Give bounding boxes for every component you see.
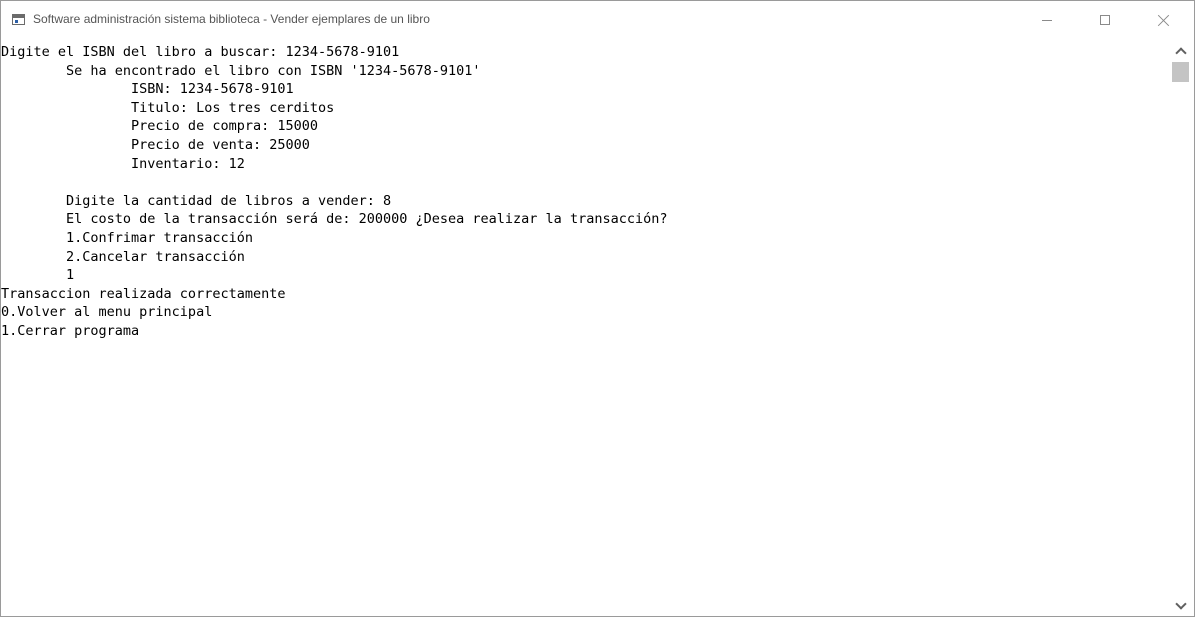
- scroll-up-button[interactable]: [1167, 41, 1194, 61]
- window-title: Software administración sistema bibliote…: [33, 12, 430, 26]
- console-line: El costo de la transacción será de: 2000…: [1, 211, 668, 228]
- console-line: 2.Cancelar transacción: [1, 248, 245, 265]
- console-line: 1.Cerrar programa: [1, 322, 140, 339]
- minimize-icon: [1042, 19, 1052, 21]
- console-line: Inventario: 12: [1, 155, 245, 172]
- console-window-icon[interactable]: [12, 14, 25, 25]
- console-output[interactable]: Digite el ISBN del libro a buscar: 1234-…: [1, 41, 1167, 616]
- minimize-button[interactable]: [1024, 1, 1070, 39]
- chevron-down-icon: [1174, 598, 1187, 610]
- console-lines: Digite el ISBN del libro a buscar: 1234-…: [1, 41, 1167, 341]
- close-button[interactable]: [1140, 1, 1186, 39]
- maximize-button[interactable]: [1082, 1, 1128, 39]
- chevron-up-icon: [1174, 47, 1187, 59]
- maximize-icon: [1100, 15, 1110, 25]
- console-line: 0.Volver al menu principal: [1, 304, 213, 321]
- title-bar[interactable]: Software administración sistema bibliote…: [1, 1, 1194, 41]
- console-line: ISBN: 1234-5678-9101: [1, 81, 294, 98]
- scroll-thumb[interactable]: [1172, 62, 1189, 82]
- console-line: Transaccion realizada correctamente: [1, 285, 286, 302]
- console-line: Precio de venta: 25000: [1, 136, 310, 153]
- console-line: Titulo: Los tres cerditos: [1, 99, 335, 116]
- console-line: Se ha encontrado el libro con ISBN '1234…: [1, 62, 481, 79]
- console-line: Digite el ISBN del libro a buscar: 1234-…: [1, 44, 400, 60]
- console-line: Precio de compra: 15000: [1, 118, 318, 135]
- console-line: 1.Confrimar transacción: [1, 229, 253, 246]
- close-icon: [1157, 14, 1169, 26]
- vertical-scrollbar[interactable]: [1167, 41, 1194, 616]
- console-line: Digite la cantidad de libros a vender: 8: [1, 192, 392, 209]
- scroll-down-button[interactable]: [1167, 596, 1194, 616]
- console-window: Software administración sistema bibliote…: [0, 0, 1195, 617]
- console-line: 1: [1, 267, 75, 284]
